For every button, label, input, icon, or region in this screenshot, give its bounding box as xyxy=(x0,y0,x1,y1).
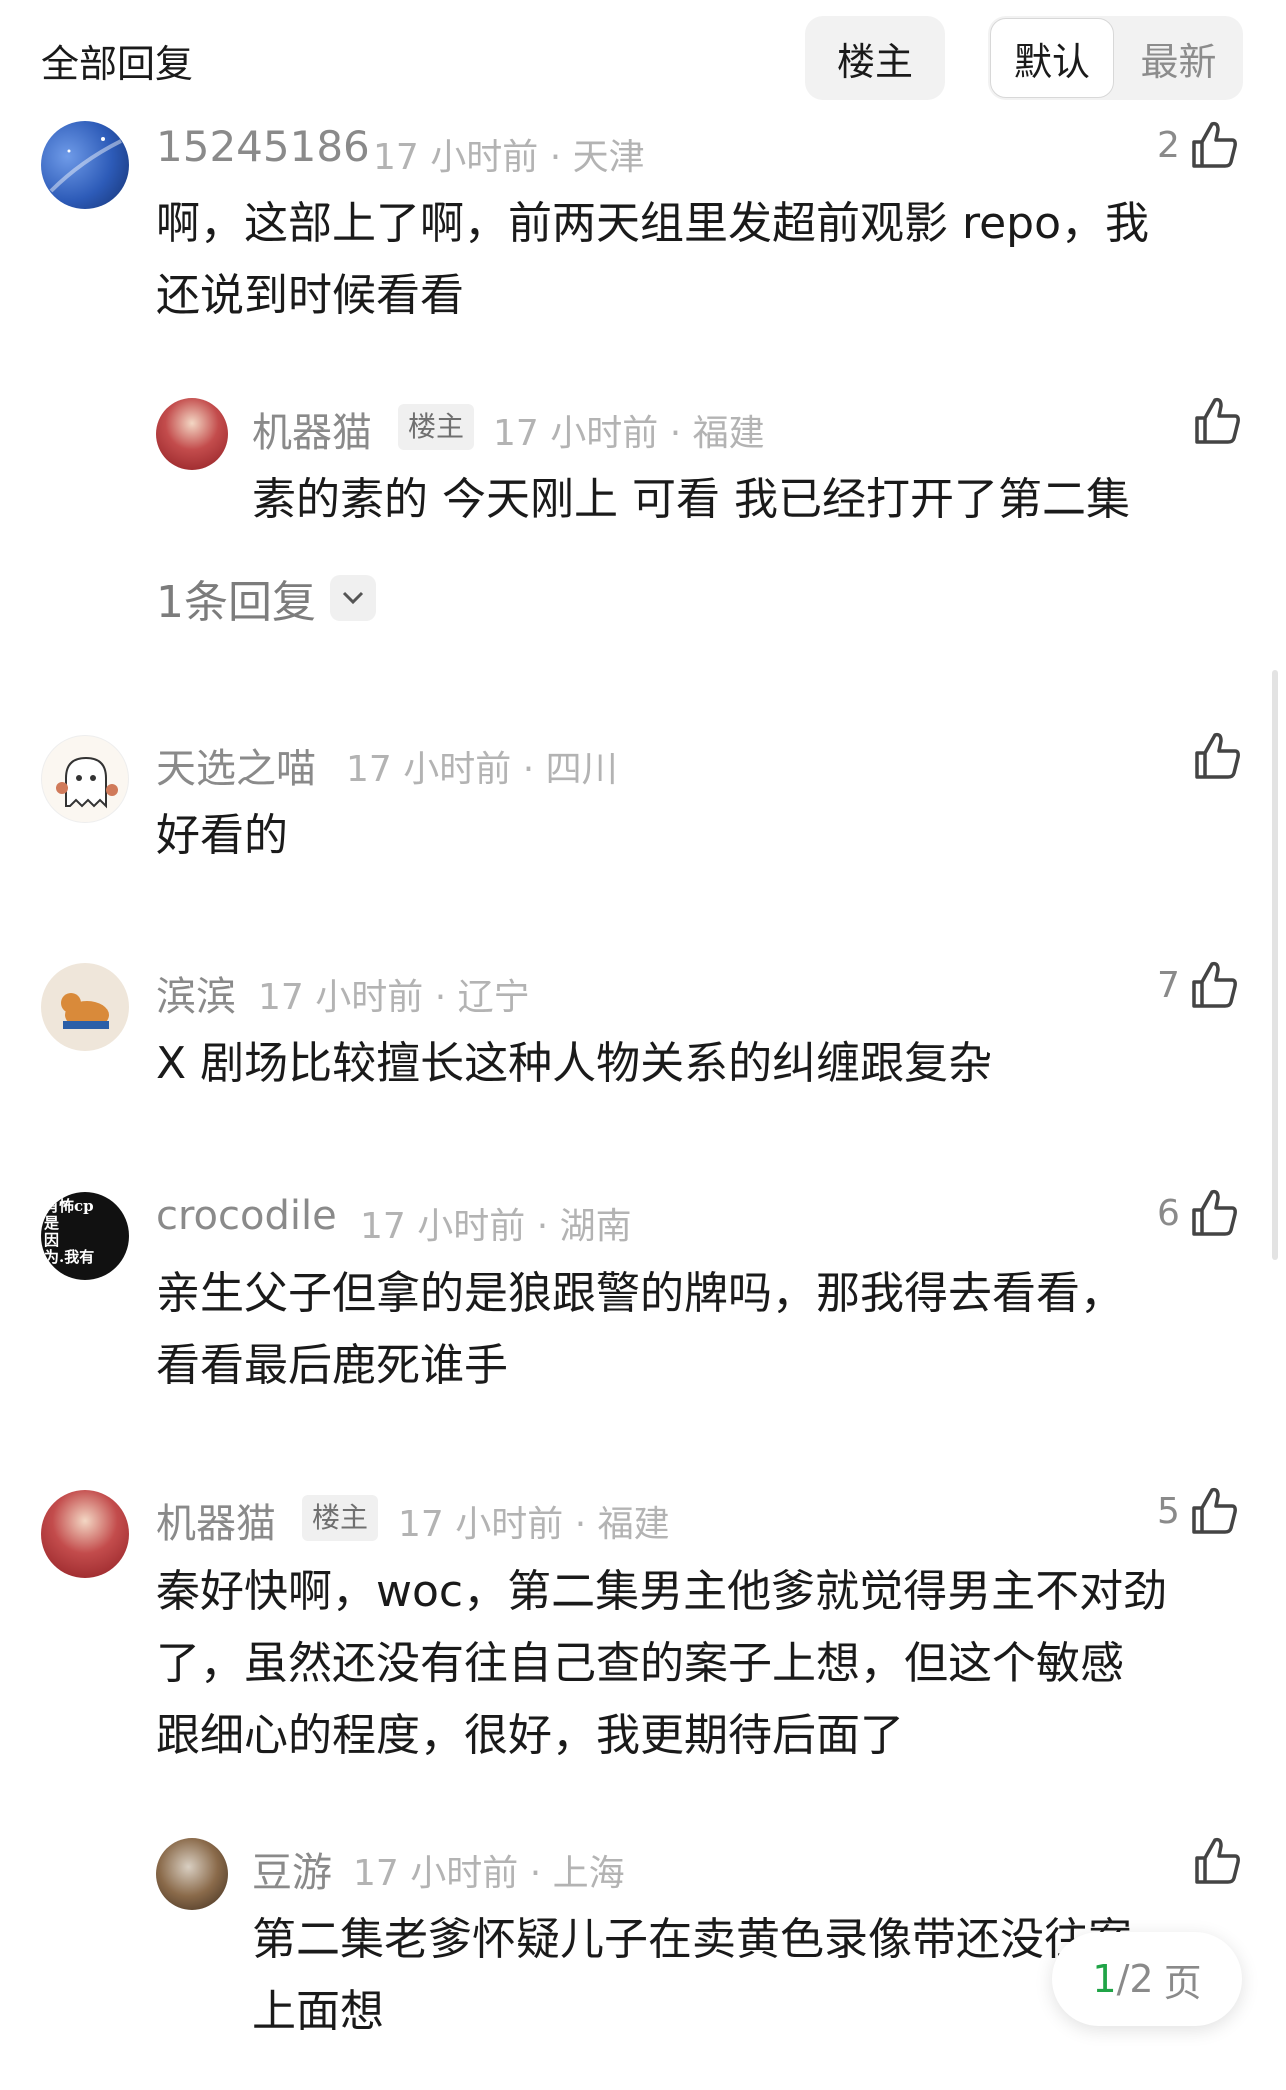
op-badge: 楼主 xyxy=(398,404,475,450)
sort-default-button[interactable]: 默认 xyxy=(990,18,1114,98)
current-page: 1 xyxy=(1092,1957,1117,2001)
comment-meta: 17 小时前 · 福建 xyxy=(398,1504,670,1545)
comment-text-line: 秦好快啊，woc，第二集男主他爹就觉得男主不对劲 xyxy=(156,1566,1168,1617)
comment-username[interactable]: crocodile xyxy=(156,1193,337,1239)
op-badge: 楼主 xyxy=(302,1495,379,1541)
reply-meta: 17 小时前 · 福建 xyxy=(493,413,765,454)
like-button[interactable] xyxy=(1193,396,1241,446)
avatar-text: 因 xyxy=(44,1231,60,1249)
thumbs-up-icon xyxy=(1193,731,1241,781)
comment-meta: 17 小时前 · 天津 xyxy=(373,137,645,178)
reply-text-line: 上面想 xyxy=(252,1986,384,2037)
avatar-text: 是 xyxy=(44,1214,60,1232)
page-separator: / xyxy=(1116,1957,1130,2001)
page-unit: 页 xyxy=(1163,1960,1202,2005)
avatar-text: 肖怖cp xyxy=(44,1197,94,1215)
ghost-icon xyxy=(56,756,118,809)
comment-username[interactable]: 天选之喵 xyxy=(156,736,316,794)
chevron-down-icon xyxy=(330,575,376,621)
comment-meta: 17 小时前 · 湖南 xyxy=(360,1206,632,1247)
thumbs-up-icon xyxy=(1190,960,1238,1010)
comment-text-line: 好看的 xyxy=(156,810,288,861)
thumbs-up-icon xyxy=(1193,396,1241,446)
comment-username[interactable]: 机器猫 xyxy=(156,1491,276,1549)
comment-text-line: 啊，这部上了啊，前两天组里发超前观影 repo，我 xyxy=(156,198,1150,249)
header-title: 全部回复 xyxy=(41,42,194,86)
avatar[interactable]: 肖怖cp 是 因 为.我有 xyxy=(41,1192,129,1280)
starry-sky-icon xyxy=(49,137,122,193)
comment-text-line: 看看最后鹿死谁手 xyxy=(156,1340,508,1391)
avatar[interactable] xyxy=(41,963,129,1051)
expand-replies-button[interactable]: 1条回复 xyxy=(156,566,376,630)
comment-username[interactable]: 15245186 xyxy=(156,122,370,171)
like-button[interactable]: 6 xyxy=(1157,1188,1238,1238)
comment-text-line: 还说到时候看看 xyxy=(156,270,464,321)
like-count: 5 xyxy=(1157,1490,1180,1532)
expand-replies-label: 1条回复 xyxy=(156,577,316,628)
sort-toggle: 默认 最新 xyxy=(988,16,1243,100)
avatar[interactable] xyxy=(41,735,129,823)
filter-op-button[interactable]: 楼主 xyxy=(805,16,945,100)
comment-username[interactable]: 滨滨 xyxy=(156,964,236,1022)
total-pages: 2 xyxy=(1129,1957,1154,2001)
comment-meta: 17 小时前 · 辽宁 xyxy=(258,977,530,1018)
avatar-text: 为.我有 xyxy=(44,1248,95,1266)
like-button[interactable]: 5 xyxy=(1157,1486,1238,1536)
comment-text-line: 亲生父子但拿的是狼跟警的牌吗，那我得去看看， xyxy=(156,1268,1124,1319)
dog-icon xyxy=(61,993,109,1029)
thumbs-up-icon xyxy=(1190,120,1238,170)
reply-username[interactable]: 豆游 xyxy=(252,1840,332,1898)
reply-username[interactable]: 机器猫 xyxy=(252,400,372,458)
avatar[interactable] xyxy=(41,121,129,209)
bottom-divider xyxy=(0,2048,1286,2090)
avatar[interactable] xyxy=(41,1490,129,1578)
sort-latest-button[interactable]: 最新 xyxy=(1116,18,1241,98)
scrollbar[interactable] xyxy=(1272,670,1278,1260)
like-button[interactable] xyxy=(1193,1836,1241,1886)
comment-text-line: X 剧场比较擅长这种人物关系的纠缠跟复杂 xyxy=(156,1038,993,1089)
replies-header: 全部回复 楼主 默认 最新 xyxy=(0,0,1286,118)
thumbs-up-icon xyxy=(1190,1486,1238,1536)
like-button[interactable]: 7 xyxy=(1157,960,1238,1010)
comment-text-line: 跟细心的程度，很好，我更期待后面了 xyxy=(156,1710,904,1761)
like-button[interactable] xyxy=(1193,731,1241,781)
comment-meta: 17 小时前 · 四川 xyxy=(346,749,618,790)
like-count: 7 xyxy=(1157,964,1180,1006)
thumbs-up-icon xyxy=(1190,1188,1238,1238)
comment-text-line: 了，虽然还没有往自己查的案子上想，但这个敏感 xyxy=(156,1638,1124,1689)
reply-text-line: 素的素的 今天刚上 可看 我已经打开了第二集 xyxy=(252,474,1130,525)
thumbs-up-icon xyxy=(1193,1836,1241,1886)
comment-page: 全部回复 楼主 默认 最新 15245186 17 小时前 · 天津 2 啊，这… xyxy=(0,0,1286,2090)
reply-meta: 17 小时前 · 上海 xyxy=(353,1853,625,1894)
like-count: 6 xyxy=(1157,1192,1180,1234)
avatar[interactable] xyxy=(156,1838,228,1910)
reply-text-line: 第二集老爹怀疑儿子在卖黄色录像带还没往案 xyxy=(252,1914,1132,1965)
page-indicator-button[interactable]: 1 / 2 页 xyxy=(1052,1932,1242,2026)
avatar[interactable] xyxy=(156,398,228,470)
like-count: 2 xyxy=(1157,124,1180,166)
like-button[interactable]: 2 xyxy=(1157,120,1238,170)
